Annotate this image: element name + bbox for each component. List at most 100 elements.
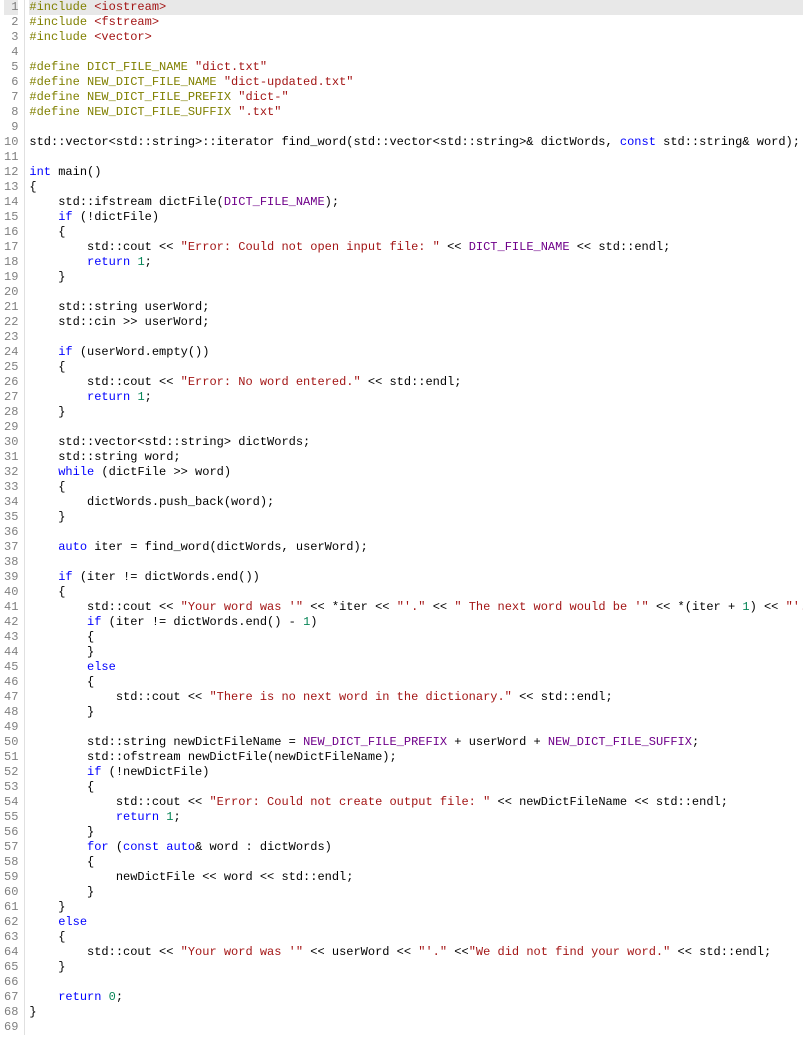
- code-line[interactable]: for (const auto& word : dictWords): [29, 840, 803, 855]
- token-pp: #include: [29, 15, 94, 29]
- line-number: 11: [4, 150, 18, 165]
- code-line[interactable]: {: [29, 180, 803, 195]
- code-line[interactable]: std::string userWord;: [29, 300, 803, 315]
- code-line[interactable]: [29, 45, 803, 60]
- token-id: << *(iter +: [649, 600, 743, 614]
- code-line[interactable]: dictWords.push_back(word);: [29, 495, 803, 510]
- token-id: (iter != dictWords.end() -: [101, 615, 303, 629]
- token-id: << std::endl;: [512, 690, 613, 704]
- token-id: }: [29, 270, 65, 284]
- token-id: <<: [426, 600, 455, 614]
- line-number: 37: [4, 540, 18, 555]
- code-line[interactable]: std::cout << "Error: Could not open inpu…: [29, 240, 803, 255]
- code-line[interactable]: std::cout << "There is no next word in t…: [29, 690, 803, 705]
- code-editor-content[interactable]: #include <iostream>#include <fstream>#in…: [25, 0, 803, 1035]
- code-line[interactable]: #include <vector>: [29, 30, 803, 45]
- code-line[interactable]: [29, 525, 803, 540]
- line-number: 36: [4, 525, 18, 540]
- code-line[interactable]: [29, 150, 803, 165]
- code-line[interactable]: newDictFile << word << std::endl;: [29, 870, 803, 885]
- token-id: {: [29, 225, 65, 239]
- code-line[interactable]: [29, 285, 803, 300]
- line-number: 52: [4, 765, 18, 780]
- code-line[interactable]: #include <fstream>: [29, 15, 803, 30]
- code-line[interactable]: {: [29, 225, 803, 240]
- code-line[interactable]: }: [29, 960, 803, 975]
- code-line[interactable]: std::cout << "Error: No word entered." <…: [29, 375, 803, 390]
- token-id: }: [29, 900, 65, 914]
- code-line[interactable]: }: [29, 900, 803, 915]
- code-line[interactable]: [29, 975, 803, 990]
- code-line[interactable]: [29, 1020, 803, 1035]
- code-line[interactable]: std::cout << "Error: Could not create ou…: [29, 795, 803, 810]
- code-line[interactable]: auto iter = find_word(dictWords, userWor…: [29, 540, 803, 555]
- code-line[interactable]: else: [29, 915, 803, 930]
- token-kw: while: [58, 465, 94, 479]
- token-mac: NEW_DICT_FILE_SUFFIX: [548, 735, 692, 749]
- token-str: <vector>: [94, 30, 152, 44]
- token-id: std::string userWord;: [29, 300, 209, 314]
- code-line[interactable]: std::cin >> userWord;: [29, 315, 803, 330]
- code-line[interactable]: std::string word;: [29, 450, 803, 465]
- code-line[interactable]: }: [29, 270, 803, 285]
- token-str: "We did not find your word.": [469, 945, 671, 959]
- code-line[interactable]: {: [29, 855, 803, 870]
- code-line[interactable]: }: [29, 705, 803, 720]
- line-number: 46: [4, 675, 18, 690]
- token-num: 0: [109, 990, 116, 1004]
- code-line[interactable]: std::vector<std::string>::iterator find_…: [29, 135, 803, 150]
- code-line[interactable]: [29, 555, 803, 570]
- code-line[interactable]: #define NEW_DICT_FILE_NAME "dict-updated…: [29, 75, 803, 90]
- code-line[interactable]: std::ofstream newDictFile(newDictFileNam…: [29, 750, 803, 765]
- token-str: <fstream>: [94, 15, 159, 29]
- code-line[interactable]: [29, 720, 803, 735]
- line-number: 51: [4, 750, 18, 765]
- code-line[interactable]: }: [29, 510, 803, 525]
- token-kw: return: [58, 990, 101, 1004]
- code-line[interactable]: }: [29, 885, 803, 900]
- code-line[interactable]: if (!newDictFile): [29, 765, 803, 780]
- code-line[interactable]: [29, 330, 803, 345]
- code-line[interactable]: std::vector<std::string> dictWords;: [29, 435, 803, 450]
- code-line[interactable]: std::string newDictFileName = NEW_DICT_F…: [29, 735, 803, 750]
- code-line[interactable]: {: [29, 930, 803, 945]
- token-id: {: [29, 585, 65, 599]
- code-line[interactable]: }: [29, 405, 803, 420]
- line-number: 69: [4, 1020, 18, 1035]
- code-line[interactable]: else: [29, 660, 803, 675]
- line-number: 29: [4, 420, 18, 435]
- code-line[interactable]: {: [29, 630, 803, 645]
- code-line[interactable]: [29, 420, 803, 435]
- code-line[interactable]: }: [29, 825, 803, 840]
- token-id: << std::endl;: [570, 240, 671, 254]
- code-line[interactable]: [29, 120, 803, 135]
- code-line[interactable]: #define NEW_DICT_FILE_PREFIX "dict-": [29, 90, 803, 105]
- code-line[interactable]: #include <iostream>: [29, 0, 803, 15]
- code-line[interactable]: {: [29, 780, 803, 795]
- code-line[interactable]: {: [29, 675, 803, 690]
- code-line[interactable]: if (iter != dictWords.end()): [29, 570, 803, 585]
- code-line[interactable]: std::ifstream dictFile(DICT_FILE_NAME);: [29, 195, 803, 210]
- code-line[interactable]: return 1;: [29, 255, 803, 270]
- code-line[interactable]: }: [29, 1005, 803, 1020]
- code-line[interactable]: #define NEW_DICT_FILE_SUFFIX ".txt": [29, 105, 803, 120]
- code-line[interactable]: {: [29, 585, 803, 600]
- code-line[interactable]: while (dictFile >> word): [29, 465, 803, 480]
- code-line[interactable]: #define DICT_FILE_NAME "dict.txt": [29, 60, 803, 75]
- code-line[interactable]: return 1;: [29, 810, 803, 825]
- code-line[interactable]: return 1;: [29, 390, 803, 405]
- code-line[interactable]: std::cout << "Your word was '" << userWo…: [29, 945, 803, 960]
- code-line[interactable]: if (userWord.empty()): [29, 345, 803, 360]
- code-line[interactable]: if (iter != dictWords.end() - 1): [29, 615, 803, 630]
- code-line[interactable]: {: [29, 360, 803, 375]
- code-line[interactable]: {: [29, 480, 803, 495]
- code-line[interactable]: if (!dictFile): [29, 210, 803, 225]
- code-line[interactable]: int main(): [29, 165, 803, 180]
- token-id: (!dictFile): [73, 210, 159, 224]
- code-line[interactable]: std::cout << "Your word was '" << *iter …: [29, 600, 803, 615]
- code-line[interactable]: return 0;: [29, 990, 803, 1005]
- token-pp: #include: [29, 30, 94, 44]
- code-line[interactable]: }: [29, 645, 803, 660]
- token-id: }: [29, 960, 65, 974]
- token-kw: else: [58, 915, 87, 929]
